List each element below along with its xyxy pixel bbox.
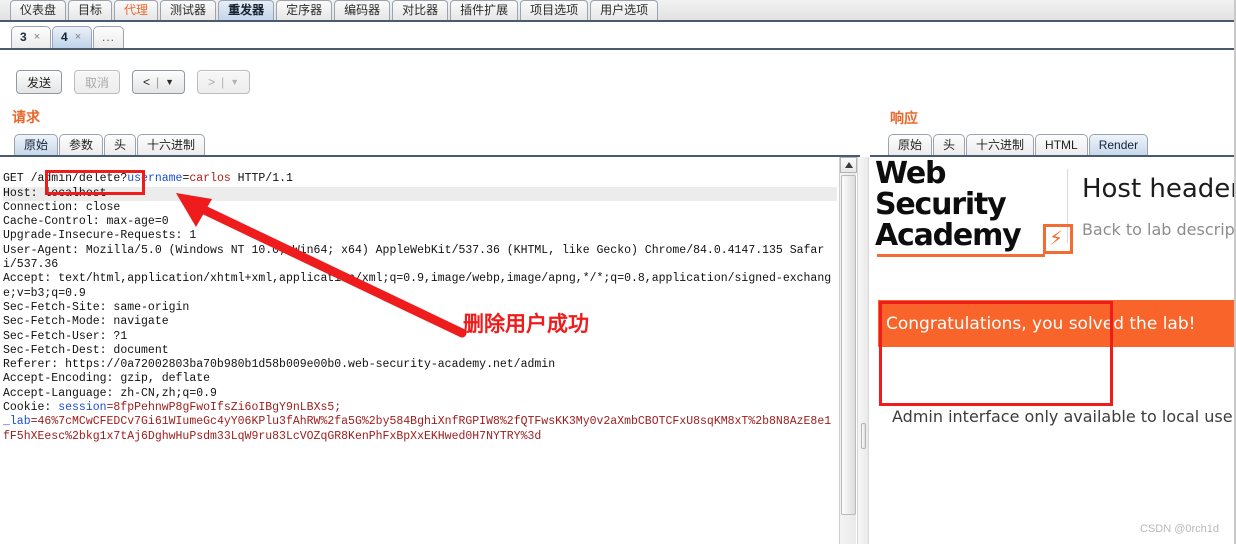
close-icon[interactable]: × [75,27,81,48]
scrollbar-thumb[interactable] [841,175,856,515]
forward-arrow-icon: > [208,75,216,89]
main-tab-decoder[interactable]: 编码器 [334,0,391,20]
burp-suite-repeater-window: 仪表盘 目标 代理 测试器 重发器 定序器 编码器 对比器 插件扩展 项目选项 … [0,0,1236,544]
request-line-cookie: Cookie: session=8fpPehnwP8gFwoIfsZi6oIBg… [3,401,837,415]
response-render-view: Web Security Academy Host header Back to… [870,157,1236,544]
request-line-sec-fetch-dest: Sec-Fetch-Dest: document [3,343,169,357]
main-tab-user-options[interactable]: 用户选项 [590,0,659,20]
request-method-path: GET /admin/delete? [3,172,128,186]
request-editor[interactable]: GET /admin/delete?username=carlos HTTP/1… [0,157,839,544]
logo-line-1: Web Security [875,157,1007,222]
request-line-referer: Referer: https://0a72002803ba70b980b1d58… [3,358,556,372]
back-button[interactable]: < | ▼ [132,70,186,94]
request-tab-params[interactable]: 参数 [59,134,104,155]
cookie-session-key: session [58,401,107,415]
repeater-tabbar: 3 × 4 × ... [0,24,1236,50]
panel-splitter[interactable] [857,157,869,544]
request-line-connection: Connection: close [3,200,121,214]
chevron-down-icon[interactable]: ▼ [165,77,174,87]
response-tab-raw[interactable]: 原始 [888,134,933,155]
request-tab-hex[interactable]: 十六进制 [137,134,206,155]
request-line-upgrade-insecure: Upgrade-Insecure-Requests: 1 [3,229,197,243]
main-tab-project-options[interactable]: 项目选项 [520,0,589,20]
logo-underline [877,253,1045,257]
scroll-up-button[interactable] [840,157,857,173]
chevron-down-icon: ▼ [230,77,240,87]
response-tab-headers[interactable]: 头 [933,134,966,155]
request-line-sec-fetch-mode: Sec-Fetch-Mode: navigate [3,315,169,329]
repeater-tab-4-label: 4 [61,30,68,44]
main-tab-comparer[interactable]: 对比器 [392,0,449,20]
request-line-sec-fetch-site: Sec-Fetch-Site: same-origin [3,300,190,314]
lab-title: Host header [1081,173,1236,204]
button-separator: | [221,75,225,89]
main-tab-sequencer[interactable]: 定序器 [276,0,333,20]
main-tab-dashboard[interactable]: 仪表盘 [10,0,67,20]
response-panel-title: 响应 [890,110,918,126]
lab-solved-text: Congratulations, you solved the lab! [886,313,1196,334]
lab-solved-banner: Congratulations, you solved the lab! [878,300,1236,347]
repeater-toolbar: 发送 取消 < | ▼ > | ▼ [16,70,251,94]
main-tab-extender[interactable]: 插件扩展 [450,0,519,20]
response-tab-hex[interactable]: 十六进制 [966,134,1035,155]
send-button[interactable]: 发送 [16,70,63,94]
response-subtabbar: 原始 头 十六进制 HTML Render [870,133,1236,157]
request-tab-raw[interactable]: 原始 [14,134,59,155]
cookie-label: Cookie: [3,401,59,415]
request-param-value: carlos [189,172,231,186]
request-protocol: HTTP/1.1 [230,172,293,186]
request-line-accept-encoding: Accept-Encoding: gzip, deflate [3,372,211,386]
request-line-host[interactable]: Host: localhost [3,186,837,201]
response-tab-html[interactable]: HTML [1035,134,1088,155]
button-separator: | [156,75,160,89]
back-arrow-icon: < [143,75,151,89]
main-tabbar: 仪表盘 目标 代理 测试器 重发器 定序器 编码器 对比器 插件扩展 项目选项 … [0,0,1236,22]
main-tab-intruder[interactable]: 测试器 [160,0,217,20]
logo-line-2: Academy [875,217,1022,253]
web-security-academy-logo: Web Security Academy [875,157,1073,257]
request-line-cache-control: Cache-Control: max-age=0 [3,215,169,229]
repeater-tab-4[interactable]: 4 × [52,26,92,48]
request-raw-text[interactable]: GET /admin/delete?username=carlos HTTP/1… [0,157,839,473]
request-tab-headers[interactable]: 头 [104,134,137,155]
close-icon[interactable]: × [34,27,40,48]
main-tab-repeater[interactable]: 重发器 [218,0,275,20]
repeater-tab-3-label: 3 [20,30,27,44]
repeater-tab-new[interactable]: ... [93,26,125,48]
splitter-grip[interactable] [861,423,866,449]
request-line-sec-fetch-user: Sec-Fetch-User: ?1 [3,329,128,343]
request-subtabbar: 原始 参数 头 十六进制 [0,133,860,157]
lab-header-text: Host header Back to lab descrip [1082,174,1236,239]
request-line-accept-language: Accept-Language: zh-CN,zh;q=0.9 [3,386,217,400]
annotation-label-delete-success: 删除用户成功 [463,312,589,336]
main-tab-target[interactable]: 目标 [68,0,113,20]
request-line-accept: Accept: text/html,application/xhtml+xml,… [3,272,832,300]
request-panel-title: 请求 [12,109,40,125]
back-to-lab-link[interactable]: Back to lab descrip [1082,220,1236,239]
cookie-session-value: =8fpPehnwP8gFwoIfsZi6oIBgY9nLBXs5; [106,401,342,415]
request-vertical-scrollbar[interactable] [839,157,857,544]
request-line-user-agent: User-Agent: Mozilla/5.0 (Windows NT 10.0… [3,243,825,272]
cookie-lab-value: =46%7cMCwCFEDCv7Gi61WIumeGc4yY06KPlu3fAh… [3,415,832,443]
request-line-request: GET /admin/delete?username=carlos HTTP/1… [3,172,837,186]
repeater-tab-3[interactable]: 3 × [11,26,51,48]
lightning-bolt-icon [1043,223,1073,254]
cookie-lab-key: _lab [3,415,31,429]
triangle-up-icon [844,162,853,168]
request-param-name: username [127,172,183,186]
admin-interface-note: Admin interface only available to local … [892,407,1236,426]
main-tab-proxy[interactable]: 代理 [114,0,159,20]
lab-page-header: Web Security Academy Host header Back to… [875,158,1236,257]
cancel-button: 取消 [74,70,121,94]
watermark: CSDN @0rch1d [1140,523,1220,535]
request-line-cookie-lab: _lab=46%7cMCwCFEDCv7Gi61WIumeGc4yY06KPlu… [3,415,837,444]
forward-button: > | ▼ [197,70,251,94]
response-tab-render[interactable]: Render [1088,134,1149,155]
